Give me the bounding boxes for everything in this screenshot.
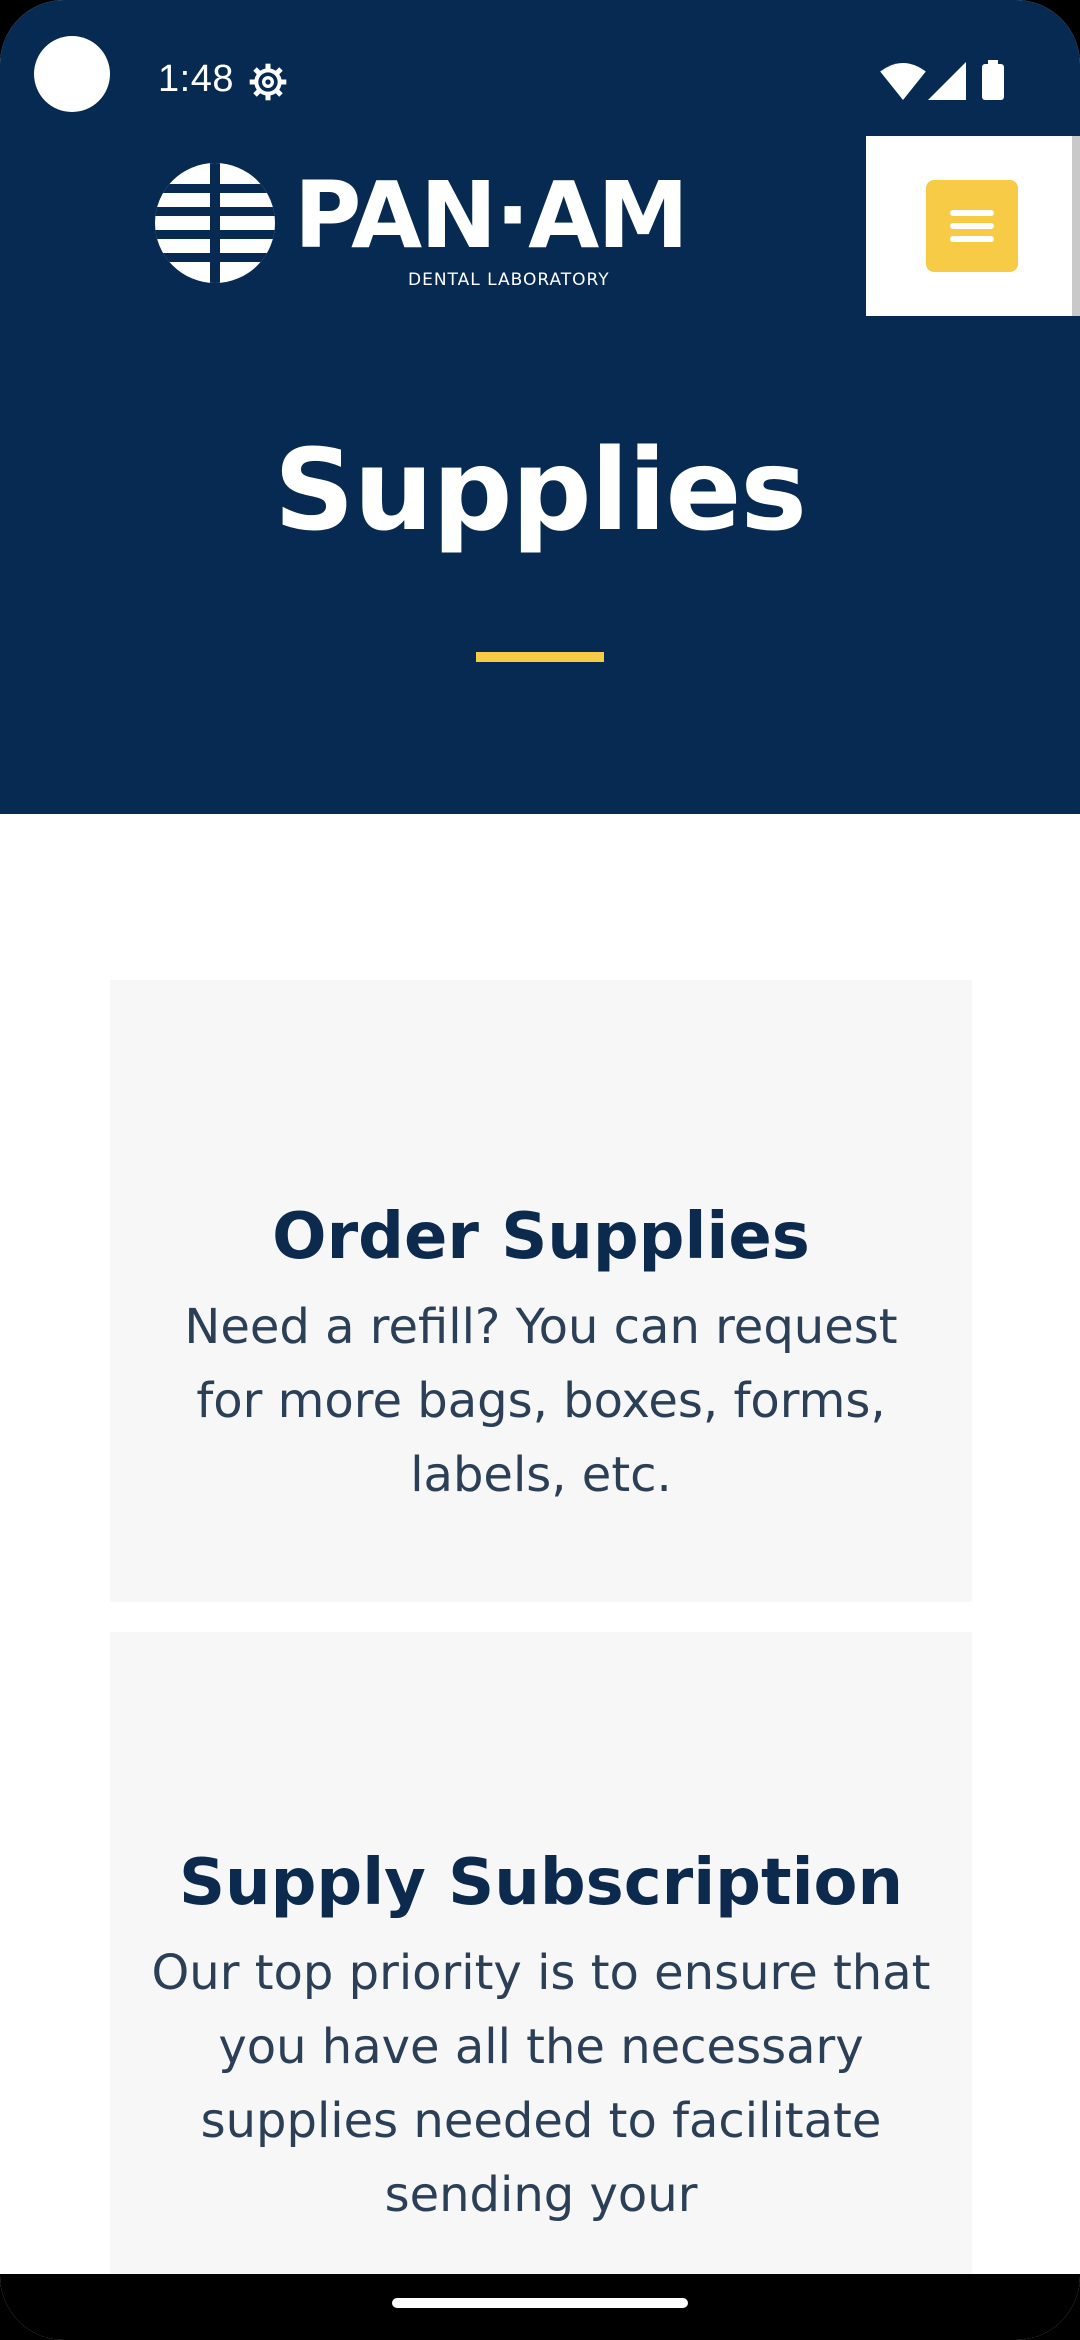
menu-container <box>866 136 1080 316</box>
logo-wordmark: PAN·AM <box>294 162 689 269</box>
title-underline <box>476 652 604 662</box>
phone-screen: 1:48 PAN·AM DENTAL LABORATORY Supplies O… <box>0 0 1080 2340</box>
card-title: Supply Subscription <box>178 1846 904 1920</box>
order-supplies-card[interactable]: Order Supplies Need a refill? You can re… <box>110 980 972 1602</box>
camera-cutout <box>34 36 110 112</box>
globe-emblem-icon <box>155 163 275 283</box>
site-logo[interactable]: PAN·AM DENTAL LABORATORY <box>154 162 714 292</box>
card-description: Need a refill? You can request for more … <box>184 1299 898 1503</box>
hamburger-menu-icon-line <box>950 223 994 229</box>
gear-icon <box>249 63 287 101</box>
status-bar: 1:48 <box>0 0 1080 136</box>
card-description: Our top priority is to ensure that you h… <box>151 1945 931 2223</box>
supply-subscription-card[interactable]: Supply Subscription Our top priority is … <box>110 1632 972 2340</box>
hamburger-menu-icon <box>950 210 994 216</box>
hero-banner: Supplies <box>0 316 1080 814</box>
scrollbar-thumb[interactable] <box>1072 136 1080 316</box>
site-header: PAN·AM DENTAL LABORATORY <box>0 136 1080 316</box>
system-nav-bar <box>0 2274 1080 2340</box>
wifi-icon <box>880 62 926 100</box>
signal-icon <box>928 62 966 100</box>
home-gesture-handle[interactable] <box>392 2298 688 2308</box>
battery-icon <box>982 60 1004 100</box>
hamburger-menu-icon-line <box>950 236 994 242</box>
status-time: 1:48 <box>158 58 234 100</box>
card-title: Order Supplies <box>272 1200 810 1274</box>
hamburger-menu-button[interactable] <box>926 180 1018 272</box>
logo-subtitle: DENTAL LABORATORY <box>408 270 610 290</box>
page-title: Supplies <box>273 426 807 556</box>
